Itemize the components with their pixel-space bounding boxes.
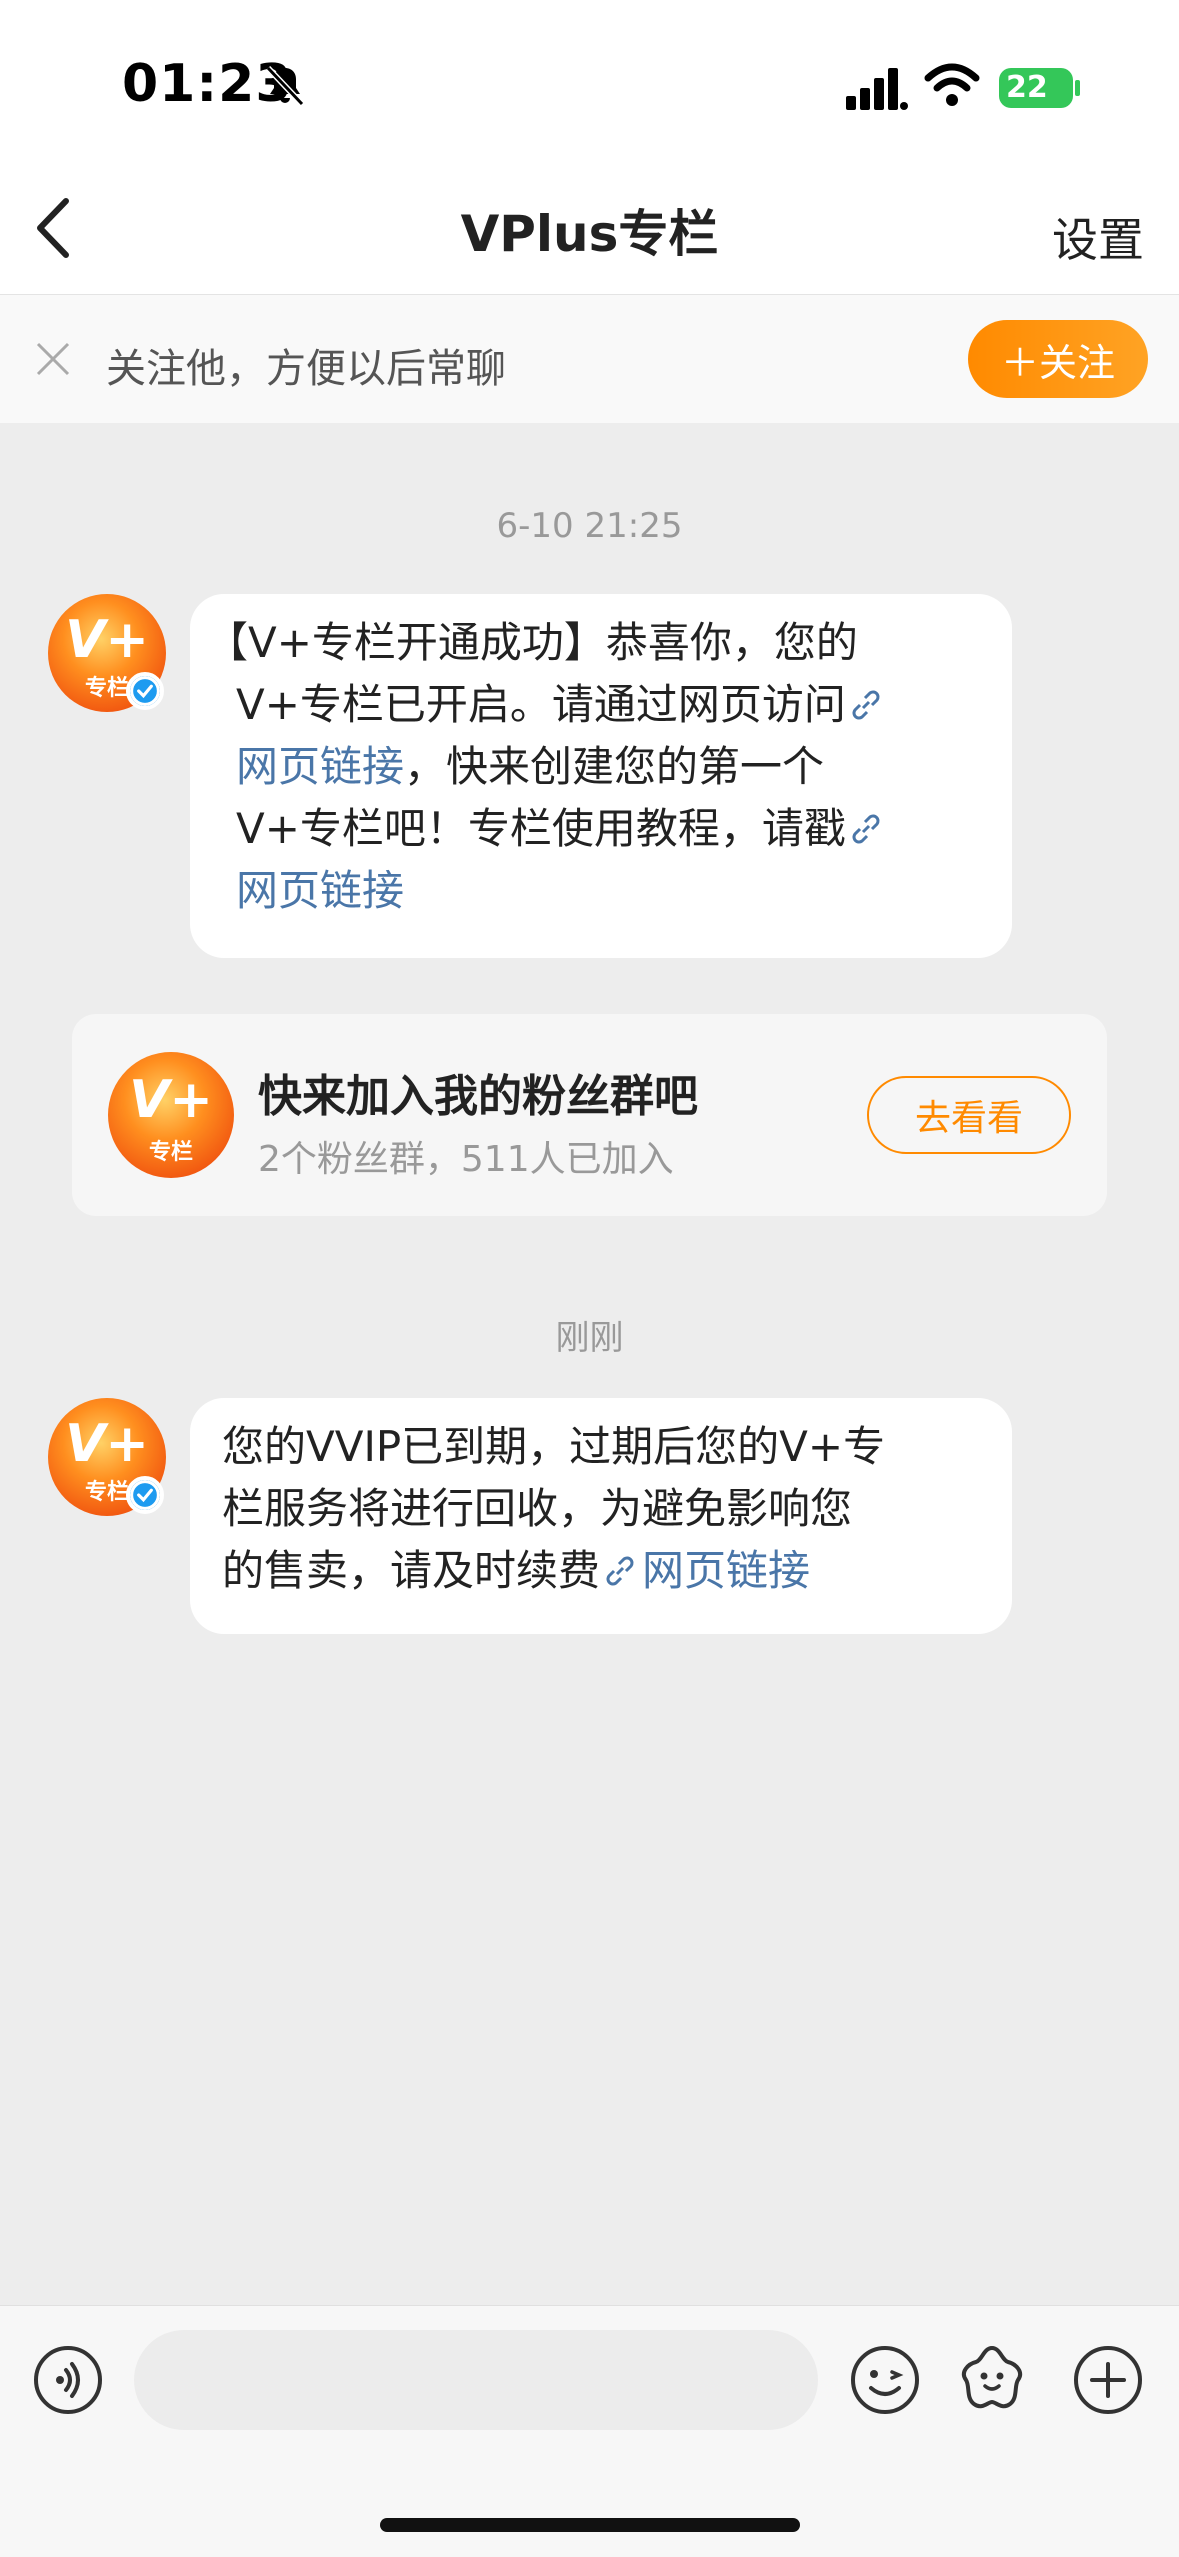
close-icon[interactable] [34, 340, 72, 378]
chat-bubble: 【V+专栏开通成功】恭喜你，您的 V+专栏已开启。请通过网页访问 网页链接，快来… [190, 594, 1012, 958]
link-icon [852, 814, 880, 844]
fan-group-subtitle: 2个粉丝群，511人已加入 [258, 1139, 674, 1180]
message-text: ，快来创建您的第一个 [404, 742, 825, 791]
settings-button[interactable]: 设置 [1052, 204, 1144, 270]
view-fan-group-button[interactable]: 去看看 [867, 1076, 1071, 1154]
emoji-icon[interactable] [849, 2344, 921, 2416]
avatar-logo-text: V+ [65, 1414, 149, 1474]
message-text: V+专栏吧！专栏使用教程，请戳 [236, 804, 846, 853]
bell-muted-icon [265, 65, 305, 107]
link-icon [852, 690, 880, 720]
fan-group-title: 快来加入我的粉丝群吧 [258, 1071, 698, 1122]
verified-badge-icon [126, 672, 164, 710]
home-indicator [380, 2518, 800, 2532]
follow-button[interactable]: ＋关注 [968, 320, 1148, 398]
fan-group-logo-sub: 专栏 [148, 1140, 193, 1165]
web-link[interactable]: 网页链接 [642, 1546, 810, 1595]
message-text: 栏服务将进行回收，为避免影响您 [222, 1484, 853, 1533]
message-timestamp: 刚刚 [555, 1318, 624, 1358]
cellular-signal-icon [846, 68, 908, 110]
battery-indicator: 22 [998, 66, 1082, 110]
web-link[interactable]: 网页链接 [236, 866, 404, 915]
link-icon [606, 1556, 634, 1586]
message-text: 您的VVIP已到期，过期后您的V+专 [222, 1422, 886, 1471]
message-text: 【V+专栏开通成功】恭喜你，您的 [206, 618, 858, 667]
web-link[interactable]: 网页链接 [236, 742, 404, 791]
page-title: VPlus专栏 [460, 205, 719, 263]
message-text: V+专栏已开启。请通过网页访问 [236, 680, 846, 729]
sticker-icon[interactable] [956, 2342, 1028, 2414]
message-text: 的售卖，请及时续费 [222, 1546, 601, 1595]
follow-banner-text: 关注他，方便以后常聊 [106, 346, 506, 392]
avatar-logo-text: V+ [65, 610, 149, 670]
chat-bubble: 您的VVIP已到期，过期后您的V+专 栏服务将进行回收，为避免影响您 的售卖，请… [190, 1398, 1012, 1634]
battery-level: 22 [1006, 70, 1048, 105]
verified-badge-icon [126, 1476, 164, 1514]
fan-group-logo-text: V+ [129, 1070, 213, 1130]
voice-icon[interactable] [32, 2344, 104, 2416]
wifi-icon [924, 63, 980, 106]
plus-icon[interactable] [1072, 2344, 1144, 2416]
fan-group-avatar: V+ 专栏 [108, 1052, 234, 1178]
message-timestamp: 6-10 21:25 [496, 506, 683, 546]
message-input[interactable] [134, 2330, 818, 2430]
